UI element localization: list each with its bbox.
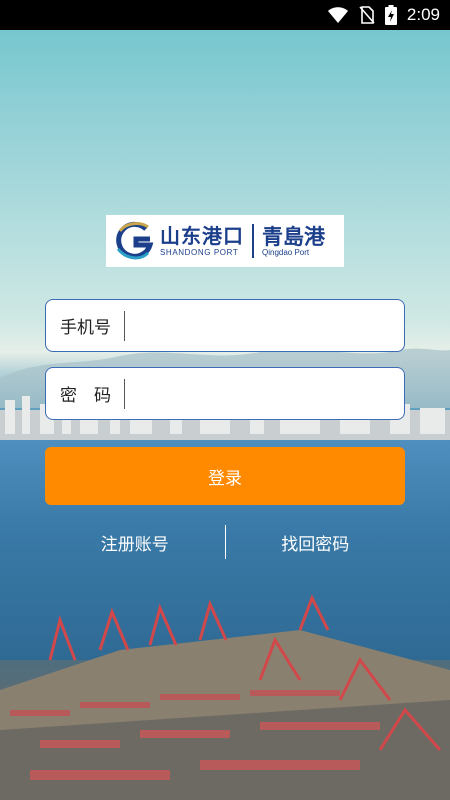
status-time: 2:09 [406,5,440,24]
password-input[interactable] [135,372,394,415]
battery-charging-icon [384,5,397,25]
brand-logo: 山东港口 SHANDONG PORT 青島港 Qingdao Port [106,215,344,267]
phone-field[interactable]: 手机号 [45,299,405,352]
logo-divider [252,224,254,258]
password-field[interactable]: 密 码 [45,367,405,420]
phone-field-separator [124,310,125,341]
phone-input[interactable] [135,304,394,347]
login-button[interactable]: 登录 [45,447,405,505]
no-sim-icon [359,6,375,24]
status-bar: 2:09 [0,0,450,30]
account-links: 注册账号 找回密码 [45,522,405,562]
background-port [0,594,450,800]
phone-label: 手机号 [60,318,111,338]
login-screen: 2:09 山东港口 SHANDONG PORT 青島港 Qingdao Port… [0,0,450,800]
shandong-port-logo-icon [116,221,154,260]
logo-qingdao-en: Qingdao Port [262,247,310,257]
logo-right-text: 青島港 Qingdao Port [262,226,325,257]
password-label: 密 码 [60,386,111,406]
password-field-separator [124,378,125,409]
register-link[interactable]: 注册账号 [45,530,225,555]
logo-shandong-en: SHANDONG PORT [160,247,239,257]
logo-left-text: 山东港口 SHANDONG PORT [160,226,244,257]
logo-shandong-cn: 山东港口 [160,225,244,248]
wifi-icon [327,7,348,23]
forgot-password-link[interactable]: 找回密码 [226,530,406,555]
logo-qingdao-cn: 青島港 [262,224,325,249]
